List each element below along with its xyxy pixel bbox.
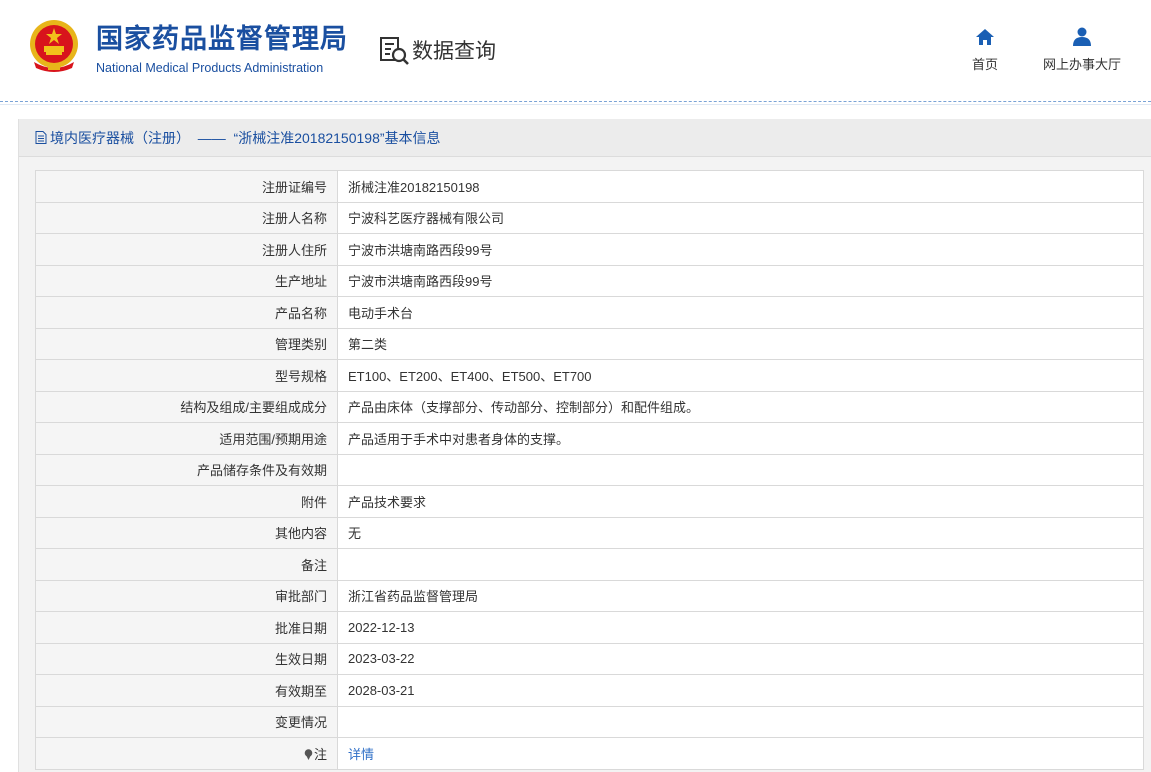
- field-value: 产品技术要求: [337, 485, 1144, 518]
- table-row: 其他内容无: [35, 516, 1144, 549]
- data-query-label: 数据查询: [412, 39, 496, 63]
- field-label: 批准日期: [35, 611, 338, 644]
- home-icon: [976, 29, 994, 45]
- field-value: [337, 548, 1144, 581]
- data-query-icon: [380, 37, 409, 65]
- table-row: 备注: [35, 548, 1144, 581]
- field-label: 有效期至: [35, 674, 338, 707]
- table-row: 审批部门 浙江省药品监督管理局: [35, 579, 1144, 612]
- field-value: 宁波市洪塘南路西段99号: [337, 264, 1144, 297]
- panel-title-text: 境内医疗器械（注册） —— “浙械注准20182150198”基本信息: [50, 129, 441, 146]
- brand-name-cn: 国家药品监督管理局: [96, 24, 348, 55]
- data-query-link[interactable]: 数据查询: [378, 34, 496, 66]
- field-value: 宁波市洪塘南路西段99号: [337, 233, 1144, 266]
- field-value: 产品由床体（支撑部分、传动部分、控制部分）和配件组成。: [337, 390, 1144, 423]
- field-value: 产品适用于手术中对患者身体的支撑。: [337, 422, 1144, 455]
- field-value: 2023-03-22: [337, 642, 1144, 675]
- table-row: 有效期至 2028-03-21: [35, 674, 1144, 707]
- table-row: 管理类别 第二类: [35, 327, 1144, 360]
- field-label: 型号规格: [35, 359, 338, 392]
- table-row: 型号规格 ET100、ET200、ET400、ET500、ET700: [35, 359, 1144, 392]
- table-row: 批准日期 2022-12-13: [35, 611, 1144, 644]
- field-value: 电动手术台: [337, 296, 1144, 329]
- table-row: 注册人住所 宁波市洪塘南路西段99号: [35, 233, 1144, 266]
- field-label: 审批部门: [35, 579, 338, 612]
- table-row: 产品名称 电动手术台: [35, 296, 1144, 329]
- field-value: 无: [337, 516, 1144, 549]
- field-label: 适用范围/预期用途: [35, 422, 338, 455]
- field-value: [337, 453, 1144, 486]
- field-label: 管理类别: [35, 327, 338, 360]
- field-label: 备注: [35, 548, 338, 581]
- field-label: 生产地址: [35, 264, 338, 297]
- detail-panel: 境内医疗器械（注册） —— “浙械注准20182150198”基本信息 注册证编…: [18, 119, 1151, 772]
- field-label: 生效日期: [35, 642, 338, 675]
- panel-title: 境内医疗器械（注册） —— “浙械注准20182150198”基本信息: [19, 119, 1151, 157]
- nav-online-hall[interactable]: 网上办事大厅: [1036, 26, 1128, 73]
- table-row: 适用范围/预期用途 产品适用于手术中对患者身体的支撑。: [35, 422, 1144, 455]
- brand-name-en: National Medical Products Administration: [96, 61, 324, 75]
- pin-icon: [304, 748, 313, 760]
- field-value: 第二类: [337, 327, 1144, 360]
- national-emblem-icon: [30, 20, 78, 72]
- field-label: 注册证编号: [35, 170, 338, 203]
- user-icon: [1073, 27, 1091, 46]
- note-value-cell: 详情: [337, 737, 1144, 770]
- header-divider-shadow: [0, 104, 1151, 105]
- field-label: 其他内容: [35, 516, 338, 549]
- site-header: 国家药品监督管理局 National Medical Products Admi…: [0, 0, 1151, 102]
- field-value: ET100、ET200、ET400、ET500、ET700: [337, 359, 1144, 392]
- nav-home-label: 首页: [971, 57, 998, 72]
- table-row: 附件 产品技术要求: [35, 485, 1144, 518]
- field-label: 注册人名称: [35, 201, 338, 234]
- field-value: [337, 705, 1144, 738]
- field-value: 2028-03-21: [337, 674, 1144, 707]
- field-value: 浙械注准20182150198: [337, 170, 1144, 203]
- details-link[interactable]: 详情: [348, 747, 374, 762]
- note-label: 注: [313, 746, 327, 762]
- field-label: 产品储存条件及有效期: [35, 453, 338, 486]
- field-label: 变更情况: [35, 705, 338, 738]
- nav-online-hall-label: 网上办事大厅: [1042, 57, 1121, 72]
- note-label-cell: 注: [35, 737, 338, 770]
- info-table: 注册证编号 浙械注准20182150198 注册人名称 宁波科艺医疗器械有限公司 注册人…: [35, 170, 1144, 770]
- field-label: 注册人住所: [35, 233, 338, 266]
- header-divider: [0, 101, 1151, 102]
- table-row: 变更情况: [35, 705, 1144, 738]
- table-row: 注册证编号 浙械注准20182150198: [35, 170, 1144, 203]
- field-value: 浙江省药品监督管理局: [337, 579, 1144, 612]
- field-label: 附件: [35, 485, 338, 518]
- table-row-note: 注 详情: [35, 737, 1144, 770]
- field-label: 结构及组成/主要组成成分: [35, 390, 338, 423]
- table-row: 生产地址 宁波市洪塘南路西段99号: [35, 264, 1144, 297]
- table-row: 产品储存条件及有效期: [35, 453, 1144, 486]
- document-icon: [35, 131, 47, 144]
- field-label: 产品名称: [35, 296, 338, 329]
- nav-home[interactable]: 首页: [964, 26, 1006, 73]
- table-row: 生效日期 2023-03-22: [35, 642, 1144, 675]
- field-value: 宁波科艺医疗器械有限公司: [337, 201, 1144, 234]
- field-value: 2022-12-13: [337, 611, 1144, 644]
- table-row: 结构及组成/主要组成成分 产品由床体（支撑部分、传动部分、控制部分）和配件组成。: [35, 390, 1144, 423]
- table-row: 注册人名称 宁波科艺医疗器械有限公司: [35, 201, 1144, 234]
